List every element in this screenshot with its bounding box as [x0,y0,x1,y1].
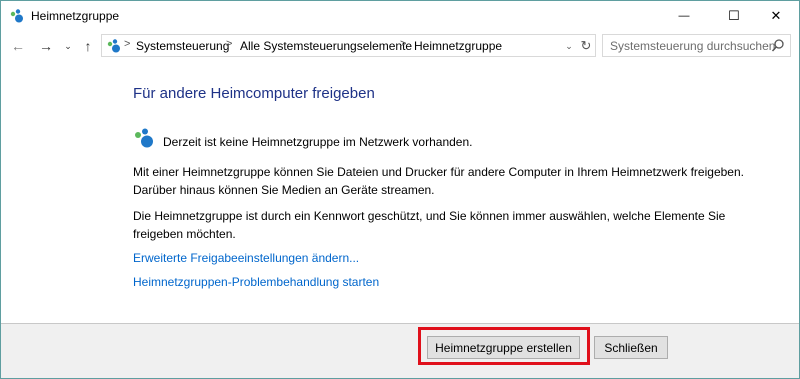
search-icon[interactable] [771,38,785,54]
close-icon: ✕ [770,8,782,23]
button-bar: Heimnetzgruppe erstellen Schließen [1,324,799,378]
arrow-up-icon: ↑ [84,38,92,54]
refresh-icon: ↻ [580,38,592,53]
refresh-button[interactable]: ↻ [578,37,594,55]
breadcrumb-separator[interactable]: > [400,38,406,50]
maximize-icon: ☐ [728,8,740,23]
recent-locations-button[interactable]: ⌄ [59,36,77,56]
close-button[interactable]: Schließen [594,336,668,359]
breadcrumb-separator[interactable]: > [124,38,130,50]
breadcrumb-separator[interactable]: > [226,38,232,50]
navigation-bar: ← → ⌄ ↑ > Systemsteuerung > Alle Systems… [1,31,799,61]
forward-button[interactable]: → [37,36,55,56]
advanced-sharing-link[interactable]: Erweiterte Freigabeeinstellungen ändern.… [133,251,359,265]
arrow-left-icon: ← [11,38,25,54]
create-homegroup-button[interactable]: Heimnetzgruppe erstellen [427,336,580,359]
status-message: Derzeit ist keine Heimnetzgruppe im Netz… [163,135,473,149]
description-paragraph: Mit einer Heimnetzgruppe können Sie Date… [133,165,744,197]
password-info-paragraph: Die Heimnetzgruppe ist durch ein Kennwor… [133,209,726,241]
chevron-down-icon: ⌄ [64,40,72,51]
up-button[interactable]: ↑ [79,36,97,56]
search-placeholder: Systemsteuerung durchsuchen [610,39,776,53]
minimize-icon: — [678,10,690,22]
search-input[interactable]: Systemsteuerung durchsuchen [602,34,791,57]
close-window-button[interactable]: ✕ [753,1,799,31]
homegroup-icon [10,9,23,23]
title-bar[interactable]: Heimnetzgruppe — ☐ ✕ [1,1,799,31]
window-title: Heimnetzgruppe [31,9,120,23]
arrow-right-icon: → [39,38,53,54]
chevron-down-icon: ⌄ [565,40,573,51]
homegroup-icon [135,128,153,148]
main-content: Für andere Heimcomputer freigeben Derzei… [1,63,799,323]
troubleshoot-link[interactable]: Heimnetzgruppen-Problembehandlung starte… [133,275,379,289]
page-title: Für andere Heimcomputer freigeben [133,85,375,102]
maximize-button[interactable]: ☐ [711,1,757,31]
address-dropdown-button[interactable]: ⌄ [562,37,576,55]
breadcrumb-heimnetzgruppe[interactable]: Heimnetzgruppe [414,39,502,53]
minimize-button[interactable]: — [661,1,707,31]
back-button[interactable]: ← [9,36,27,56]
homegroup-icon [107,39,120,53]
address-bar[interactable]: > Systemsteuerung > Alle Systemsteuerung… [101,34,596,57]
breadcrumb-systemsteuerung[interactable]: Systemsteuerung [136,39,229,53]
homegroup-window: Heimnetzgruppe — ☐ ✕ ← → ⌄ ↑ > Systemste… [0,0,800,379]
breadcrumb-alle-elemente[interactable]: Alle Systemsteuerungselemente [240,39,412,53]
